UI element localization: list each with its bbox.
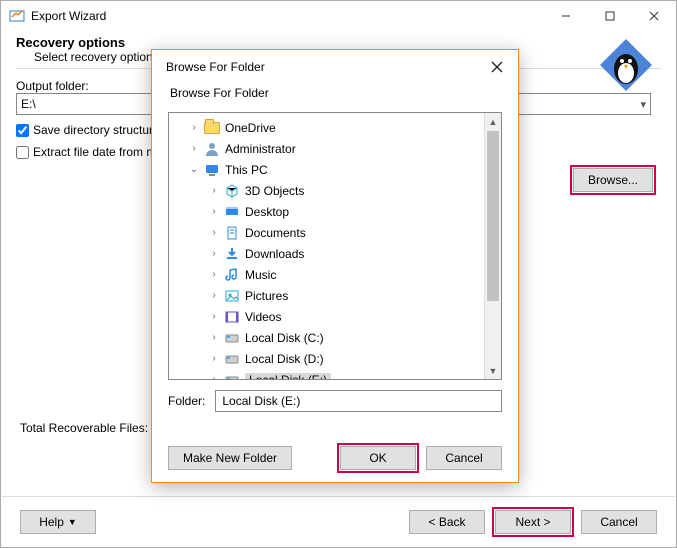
next-button[interactable]: Next > bbox=[495, 510, 571, 534]
tree-node-label: Music bbox=[245, 268, 276, 282]
section-heading: Recovery options bbox=[16, 35, 661, 50]
expander-icon[interactable]: › bbox=[207, 248, 221, 259]
export-wizard-window: Export Wizard Recovery options Select re… bbox=[0, 0, 677, 548]
output-folder-value: E:\ bbox=[21, 97, 36, 111]
expander-icon[interactable]: › bbox=[187, 122, 201, 133]
ok-button[interactable]: OK bbox=[340, 446, 416, 470]
expander-icon[interactable]: › bbox=[207, 353, 221, 364]
help-button[interactable]: Help ▼ bbox=[20, 510, 96, 534]
tree-node-label: Pictures bbox=[245, 289, 288, 303]
tree-node-label: Documents bbox=[245, 226, 306, 240]
3d-icon bbox=[223, 183, 241, 199]
dialog-title-text: Browse For Folder bbox=[166, 60, 482, 74]
dialog-close-button[interactable] bbox=[482, 54, 512, 80]
maximize-button[interactable] bbox=[588, 2, 632, 30]
tree-node[interactable]: › Local Disk (E:) bbox=[169, 369, 484, 379]
total-files-label: Total Recoverable Files: 41 bbox=[20, 421, 165, 435]
expander-icon[interactable]: › bbox=[207, 311, 221, 322]
browse-for-folder-dialog: Browse For Folder Browse For Folder › One… bbox=[151, 49, 519, 483]
titlebar: Export Wizard bbox=[1, 1, 676, 31]
chevron-down-icon: ▼ bbox=[68, 517, 77, 527]
tree-scrollbar[interactable]: ▲ ▼ bbox=[484, 113, 501, 379]
tree-node[interactable]: › Downloads bbox=[169, 243, 484, 264]
scroll-thumb[interactable] bbox=[487, 131, 499, 301]
window-controls bbox=[544, 2, 676, 30]
expander-icon[interactable]: › bbox=[207, 374, 221, 379]
folder-input[interactable] bbox=[215, 390, 502, 412]
tree-node[interactable]: › Administrator bbox=[169, 138, 484, 159]
tree-node-label: Downloads bbox=[245, 247, 304, 261]
expander-icon[interactable]: › bbox=[207, 269, 221, 280]
app-logo bbox=[598, 37, 654, 93]
folder-label: Folder: bbox=[168, 394, 205, 408]
dialog-buttons: Make New Folder OK Cancel bbox=[168, 446, 502, 470]
expander-icon[interactable]: › bbox=[207, 290, 221, 301]
videos-icon bbox=[223, 309, 241, 325]
tree-node[interactable]: › 3D Objects bbox=[169, 180, 484, 201]
close-button[interactable] bbox=[632, 2, 676, 30]
tree-node-label: This PC bbox=[225, 163, 268, 177]
browse-highlight: Browse... bbox=[570, 165, 656, 195]
folder-tree-container: › OneDrive › Administrator ⌄ This PC › 3D Objec… bbox=[168, 112, 502, 380]
tree-node[interactable]: › Pictures bbox=[169, 285, 484, 306]
folder-tree[interactable]: › OneDrive › Administrator ⌄ This PC › 3D Objec… bbox=[169, 113, 484, 379]
music-icon bbox=[223, 267, 241, 283]
app-icon bbox=[9, 8, 25, 24]
desktop-icon bbox=[223, 204, 241, 220]
downloads-icon bbox=[223, 246, 241, 262]
disk-icon bbox=[223, 351, 241, 367]
extract-date-checkbox[interactable] bbox=[16, 146, 29, 159]
window-title: Export Wizard bbox=[31, 9, 544, 23]
back-button[interactable]: < Back bbox=[409, 510, 485, 534]
tree-node-label: Administrator bbox=[225, 142, 296, 156]
expander-icon[interactable]: › bbox=[207, 185, 221, 196]
bottom-bar: Help ▼ < Back Next > Cancel bbox=[2, 496, 675, 546]
tree-node-label: Local Disk (E:) bbox=[245, 373, 331, 380]
dropdown-icon[interactable]: ▾ bbox=[640, 98, 646, 111]
tree-node-label: Local Disk (C:) bbox=[245, 331, 324, 345]
tree-node[interactable]: › Local Disk (D:) bbox=[169, 348, 484, 369]
scroll-up-icon[interactable]: ▲ bbox=[485, 113, 501, 130]
tree-node[interactable]: › Music bbox=[169, 264, 484, 285]
dialog-subtitle: Browse For Folder bbox=[152, 84, 518, 108]
disk-icon bbox=[223, 372, 241, 380]
user-icon bbox=[203, 141, 221, 157]
help-button-label: Help bbox=[39, 515, 64, 529]
save-dir-label[interactable]: Save directory structure bbox=[33, 123, 160, 137]
tree-node-label: Local Disk (D:) bbox=[245, 352, 324, 366]
save-dir-checkbox[interactable] bbox=[16, 124, 29, 137]
scroll-down-icon[interactable]: ▼ bbox=[485, 362, 501, 379]
folder-row: Folder: bbox=[152, 380, 518, 412]
docs-icon bbox=[223, 225, 241, 241]
minimize-button[interactable] bbox=[544, 2, 588, 30]
cancel-button[interactable]: Cancel bbox=[581, 510, 657, 534]
tree-node-label: 3D Objects bbox=[245, 184, 304, 198]
tree-node[interactable]: › Desktop bbox=[169, 201, 484, 222]
pc-icon bbox=[203, 162, 221, 178]
tree-node-label: Videos bbox=[245, 310, 281, 324]
expander-icon[interactable]: › bbox=[207, 332, 221, 343]
tree-node[interactable]: › Documents bbox=[169, 222, 484, 243]
browse-button[interactable]: Browse... bbox=[573, 168, 653, 192]
tree-node[interactable]: › Local Disk (C:) bbox=[169, 327, 484, 348]
expander-icon[interactable]: › bbox=[187, 143, 201, 154]
dialog-titlebar: Browse For Folder bbox=[152, 50, 518, 84]
tree-node[interactable]: ⌄ This PC bbox=[169, 159, 484, 180]
expander-icon[interactable]: › bbox=[207, 206, 221, 217]
folder-icon bbox=[203, 120, 221, 136]
disk-icon bbox=[223, 330, 241, 346]
tree-node-label: OneDrive bbox=[225, 121, 276, 135]
pictures-icon bbox=[223, 288, 241, 304]
dialog-cancel-button[interactable]: Cancel bbox=[426, 446, 502, 470]
tree-node[interactable]: › OneDrive bbox=[169, 117, 484, 138]
expander-icon[interactable]: › bbox=[207, 227, 221, 238]
make-new-folder-button[interactable]: Make New Folder bbox=[168, 446, 292, 470]
tree-node[interactable]: › Videos bbox=[169, 306, 484, 327]
expander-icon[interactable]: ⌄ bbox=[187, 164, 201, 175]
tree-node-label: Desktop bbox=[245, 205, 289, 219]
extract-date-label[interactable]: Extract file date from m bbox=[33, 145, 156, 159]
